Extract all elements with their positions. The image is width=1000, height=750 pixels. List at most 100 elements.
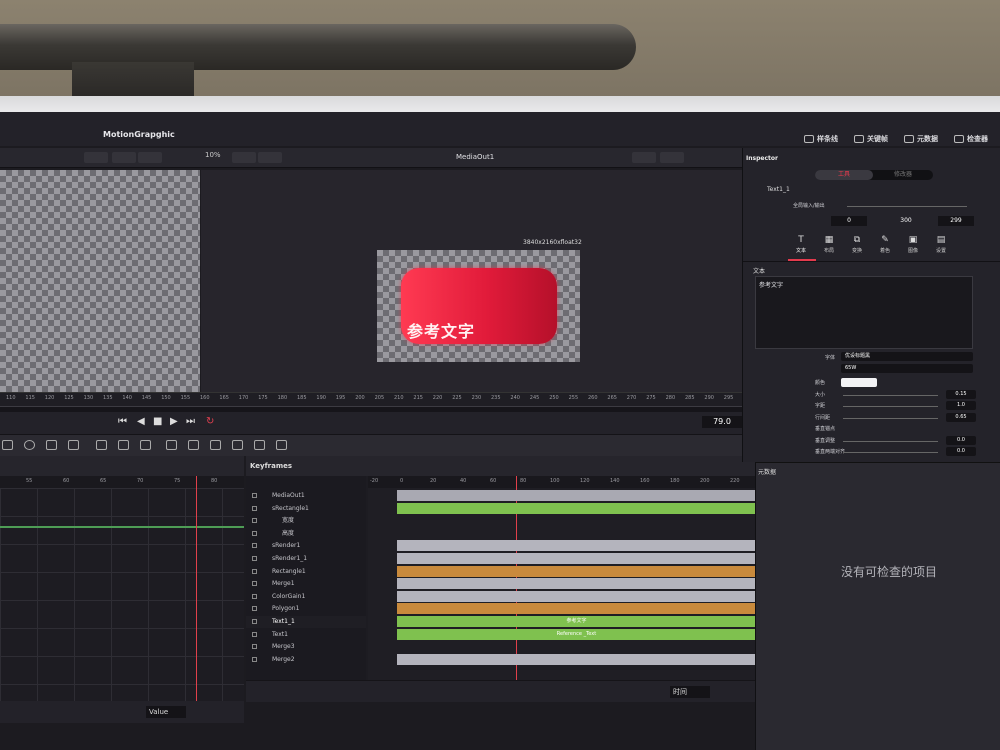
viewer-layout-dropdown[interactable]: [84, 152, 108, 163]
loop-icon[interactable]: ↻: [206, 416, 214, 427]
section-tab[interactable]: T 文本: [789, 235, 813, 254]
lock-icon[interactable]: [252, 644, 257, 650]
font-select[interactable]: 优设标题黑: [841, 352, 973, 361]
tree-item[interactable]: Merge3: [246, 641, 366, 653]
spline-panel-button[interactable]: 样条线: [804, 134, 838, 144]
stop-button[interactable]: ■: [153, 416, 162, 427]
time-ruler[interactable]: 110 115 120 125 130 135 140 145 150 155 160 165 170 1…: [0, 392, 745, 406]
merge-tool-icon[interactable]: [166, 440, 177, 450]
go-to-end-button[interactable]: ⏭: [186, 416, 195, 427]
play-reverse-button[interactable]: ◀: [137, 416, 145, 427]
lock-icon[interactable]: [252, 581, 257, 587]
property-slider[interactable]: [843, 406, 938, 407]
keyframe-bar[interactable]: [397, 565, 756, 577]
lock-icon[interactable]: [252, 619, 257, 624]
tree-item[interactable]: 宽度: [246, 515, 366, 527]
select-tool-icon[interactable]: [2, 440, 13, 450]
property-slider[interactable]: [843, 440, 938, 442]
property-value[interactable]: 1.0: [946, 401, 976, 410]
keyframes-panel-button[interactable]: 关键帧: [854, 134, 888, 144]
section-tab[interactable]: ✎ 着色: [873, 235, 897, 254]
lock-icon[interactable]: [252, 631, 257, 637]
property-value[interactable]: 0.0: [946, 447, 976, 456]
tree-item[interactable]: Polygon1: [246, 603, 366, 615]
global-out-field[interactable]: 299: [938, 216, 974, 226]
polyline-tool-icon[interactable]: [46, 440, 57, 450]
keyframe-bar[interactable]: [397, 502, 756, 514]
current-frame-field[interactable]: 79.0: [702, 416, 742, 428]
go-to-start-button[interactable]: ⏮: [118, 416, 127, 427]
zoom-select[interactable]: 10%: [205, 151, 229, 159]
global-in-field[interactable]: 0: [831, 216, 867, 226]
spline-ruler[interactable]: 55 60 65 70 75 80: [0, 476, 244, 488]
blur-tool-icon[interactable]: [210, 440, 221, 450]
styled-text-field[interactable]: 参考文字: [755, 276, 973, 349]
time-mode-select[interactable]: 时间: [670, 686, 710, 698]
lock-icon[interactable]: [252, 518, 257, 524]
overlay-text[interactable]: 参考文字: [407, 318, 475, 342]
tree-item[interactable]: sRectangle1: [246, 503, 366, 515]
keyframe-bar[interactable]: [397, 490, 756, 501]
channel-dropdown[interactable]: [258, 152, 282, 163]
background-tool-icon[interactable]: [118, 440, 129, 450]
lock-icon[interactable]: [252, 656, 257, 662]
text-tool-icon[interactable]: [96, 440, 107, 450]
keyframe-bar[interactable]: [397, 653, 756, 665]
global-in-out-slider[interactable]: [847, 206, 967, 207]
tree-item[interactable]: sRender1: [246, 540, 366, 552]
lock-icon[interactable]: [252, 493, 257, 498]
section-tab[interactable]: ▤ 设置: [929, 235, 953, 254]
property-slider[interactable]: [843, 417, 938, 419]
main-viewer[interactable]: 3840x2160xfloat32 参考文字: [201, 170, 745, 392]
viewer-lut-dropdown[interactable]: [112, 152, 136, 163]
left-viewer[interactable]: [0, 170, 200, 392]
text-section-header[interactable]: 文本: [753, 266, 765, 275]
tree-item[interactable]: Rectangle1: [246, 566, 366, 578]
property-value[interactable]: 0.65: [946, 412, 976, 422]
fit-dropdown[interactable]: [232, 152, 256, 163]
particle-tool-icon[interactable]: [276, 440, 287, 450]
3d-tool-icon[interactable]: [254, 440, 265, 450]
keyframe-ruler[interactable]: -20 0 20 40 60 80 100 120 140 160 180 200 220: [368, 476, 756, 488]
keyframe-bar[interactable]: [397, 603, 756, 615]
lock-icon[interactable]: [252, 593, 257, 599]
keyframe-bar[interactable]: [397, 553, 756, 564]
color-swatch[interactable]: [841, 378, 877, 387]
tab-tools[interactable]: 工具: [815, 170, 873, 180]
tree-item[interactable]: ColorGain1: [246, 591, 366, 603]
lock-icon[interactable]: [252, 505, 257, 511]
circle-tool-icon[interactable]: [24, 440, 35, 450]
tree-item[interactable]: Text1: [246, 629, 366, 641]
property-value[interactable]: 0.0: [946, 435, 976, 445]
property-value[interactable]: 0.15: [946, 389, 976, 399]
lock-icon[interactable]: [252, 556, 257, 561]
tree-item[interactable]: Merge2: [246, 654, 366, 666]
paint-tool-icon[interactable]: [140, 440, 151, 450]
transform-tool-icon[interactable]: [188, 440, 199, 450]
keyframe-tracks[interactable]: -20 0 20 40 60 80 100 120 140 160 180 200 220 参考文字 Re…: [368, 476, 756, 701]
spline-playhead[interactable]: [196, 476, 197, 701]
tree-item[interactable]: MediaOut1: [246, 490, 366, 502]
tree-item[interactable]: sRender1_1: [246, 553, 366, 565]
play-button[interactable]: ▶: [170, 416, 178, 427]
lock-icon[interactable]: [252, 543, 257, 549]
spline-graph[interactable]: [0, 488, 244, 701]
spline-mode-select[interactable]: Value: [146, 706, 186, 718]
keyframe-bar[interactable]: [397, 578, 756, 590]
property-slider[interactable]: [843, 394, 938, 396]
spline-curve[interactable]: [0, 526, 244, 528]
tab-modifiers[interactable]: 修改器: [875, 170, 931, 180]
color-tool-icon[interactable]: [232, 440, 243, 450]
right-viewer-lut[interactable]: [660, 152, 684, 163]
tree-item[interactable]: Merge1: [246, 578, 366, 590]
viewer-options-dropdown[interactable]: [138, 152, 162, 163]
lock-icon[interactable]: [252, 568, 257, 574]
font-style-select[interactable]: 65W: [841, 364, 973, 373]
metadata-panel-button[interactable]: 元数据: [904, 134, 938, 144]
keyframe-bar[interactable]: [397, 590, 756, 602]
section-tab[interactable]: ▣ 图像: [901, 235, 925, 254]
section-tab[interactable]: ▦ 布局: [817, 235, 841, 254]
tree-item[interactable]: Text1_1: [246, 616, 366, 628]
property-slider[interactable]: [843, 452, 938, 453]
inspector-panel-button[interactable]: 检查器: [954, 134, 988, 144]
